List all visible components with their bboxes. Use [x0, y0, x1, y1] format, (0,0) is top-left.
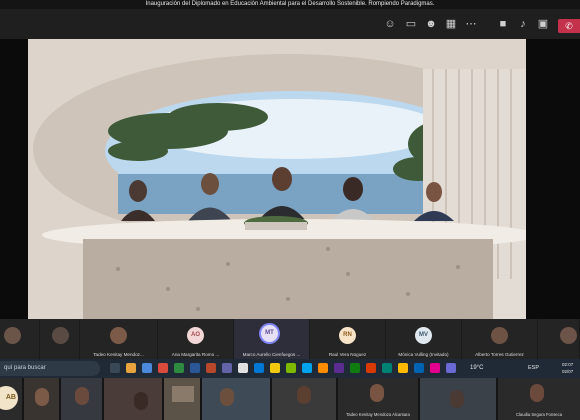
participant-tile[interactable] — [61, 378, 102, 420]
participant-name: Tadeo Kenitay Mendoz... — [93, 352, 144, 357]
view-icon[interactable]: ▦ — [444, 17, 458, 31]
main-video-stage — [0, 39, 580, 319]
participant-tile-active[interactable]: MT Marco Aurelio Cienfuegos ... — [234, 319, 310, 359]
participant-tile[interactable]: Claudia Segura Fonseca — [498, 378, 580, 420]
clock-time: 02:07 — [562, 362, 574, 367]
participant-tile[interactable] — [538, 319, 580, 359]
participant-tile[interactable]: Tadeo Kenitay Mendoza Alcantara — [338, 378, 418, 420]
avatar: MT — [261, 325, 278, 342]
participant-name: Tadeo Kenitay Mendoza Alcantara — [346, 412, 410, 417]
avatar — [530, 384, 544, 402]
windows-taskbar: quí para buscar 19°C ESP 02:07 02/07 — [0, 359, 580, 378]
avatar: AO — [187, 327, 204, 344]
room-scene-illustration — [28, 39, 526, 319]
participant-tile[interactable] — [420, 378, 496, 420]
participant-tile[interactable]: Tadeo Kenitay Mendoz... — [80, 319, 158, 359]
participant-name: Mónica Vulling (Invitado) — [398, 352, 449, 357]
powerpoint-icon[interactable] — [206, 363, 216, 373]
participant-tile[interactable] — [0, 319, 40, 359]
app-icon[interactable] — [318, 363, 328, 373]
participant-tile[interactable] — [104, 378, 162, 420]
share-screen-icon[interactable]: ▣ — [536, 17, 550, 31]
avatar — [370, 384, 384, 402]
avatar: AB — [0, 386, 18, 410]
chat-icon[interactable]: ▭ — [404, 17, 418, 31]
window-titlebar: Inauguración del Diplomado en Educación … — [0, 0, 580, 9]
camera-icon[interactable]: ■ — [496, 17, 510, 31]
clock-date: 02/07 — [562, 369, 574, 374]
taskbar-clock[interactable]: 02:07 02/07 — [562, 361, 573, 375]
participant-strip: Tadeo Kenitay Mendoz... AO Ana Margarita… — [0, 319, 580, 359]
people-icon[interactable]: ☺ — [383, 17, 397, 31]
secondary-participant-row: AB Tadeo Kenitay Mendoza Alcantara Claud… — [0, 378, 580, 420]
room-video-feed — [28, 39, 526, 319]
participant-tile[interactable]: RN Raul Vera Noguez — [310, 319, 386, 359]
participant-name: Raul Vera Noguez — [328, 352, 367, 357]
more-icon[interactable]: ⋯ — [464, 17, 478, 31]
reactions-icon[interactable]: ☻ — [424, 17, 438, 31]
participant-tile[interactable] — [202, 378, 270, 420]
app-icon[interactable] — [350, 363, 360, 373]
participant-name: Marco Aurelio Cienfuegos ... — [242, 352, 301, 357]
participant-tile[interactable] — [164, 378, 200, 420]
meeting-toolbar: ☺ ▭ ☻ ▦ ⋯ ■ ♪ ▣ ✆ — [0, 9, 580, 39]
avatar — [134, 392, 148, 410]
app-icon[interactable] — [334, 363, 344, 373]
shelf-image — [172, 386, 194, 402]
excel-icon[interactable] — [174, 363, 184, 373]
taskbar-search-input[interactable]: quí para buscar — [0, 361, 100, 376]
meeting-title: Inauguración del Diplomado en Educación … — [145, 1, 435, 7]
app-icon[interactable] — [270, 363, 280, 373]
language-indicator[interactable]: ESP — [528, 359, 539, 378]
participant-name: Ana Margarita Romo ... — [171, 352, 220, 357]
app-icon[interactable] — [366, 363, 376, 373]
avatar — [110, 327, 127, 344]
folder-icon[interactable] — [126, 363, 136, 373]
app-icon[interactable] — [382, 363, 392, 373]
avatar — [4, 327, 21, 344]
app-icon[interactable] — [286, 363, 296, 373]
teams-icon[interactable] — [222, 363, 232, 373]
avatar — [35, 388, 49, 406]
app-icon[interactable] — [398, 363, 408, 373]
word-icon[interactable] — [190, 363, 200, 373]
participant-name: Claudia Segura Fonseca — [515, 412, 563, 417]
app-icon[interactable] — [446, 363, 456, 373]
avatar — [297, 386, 311, 404]
participant-tile[interactable] — [272, 378, 336, 420]
avatar — [75, 387, 89, 405]
participant-tile[interactable]: MV Mónica Vulling (Invitado) — [386, 319, 462, 359]
task-view-icon[interactable] — [110, 363, 120, 373]
participant-name: Alberto Torres Gutierrez — [475, 352, 524, 357]
avatar: RN — [339, 327, 356, 344]
avatar — [560, 327, 577, 344]
participant-tile[interactable]: AB — [0, 378, 22, 420]
app-icon[interactable] — [430, 363, 440, 373]
weather-readout[interactable]: 19°C — [470, 359, 483, 378]
avatar — [450, 390, 464, 408]
leave-button[interactable]: ✆ — [558, 19, 580, 33]
app-icon[interactable] — [302, 363, 312, 373]
avatar: MV — [415, 327, 432, 344]
avatar — [52, 327, 69, 344]
avatar — [220, 388, 234, 406]
office-icon[interactable] — [158, 363, 168, 373]
participant-tile[interactable]: AO Ana Margarita Romo ... — [158, 319, 234, 359]
participant-tile[interactable] — [24, 378, 59, 420]
edge-icon[interactable] — [142, 363, 152, 373]
avatar — [491, 327, 508, 344]
chrome-icon[interactable] — [238, 363, 248, 373]
app-icon[interactable] — [414, 363, 424, 373]
participant-tile[interactable]: Alberto Torres Gutierrez — [462, 319, 538, 359]
outlook-icon[interactable] — [254, 363, 264, 373]
participant-tile[interactable] — [40, 319, 80, 359]
mic-icon[interactable]: ♪ — [516, 17, 530, 31]
